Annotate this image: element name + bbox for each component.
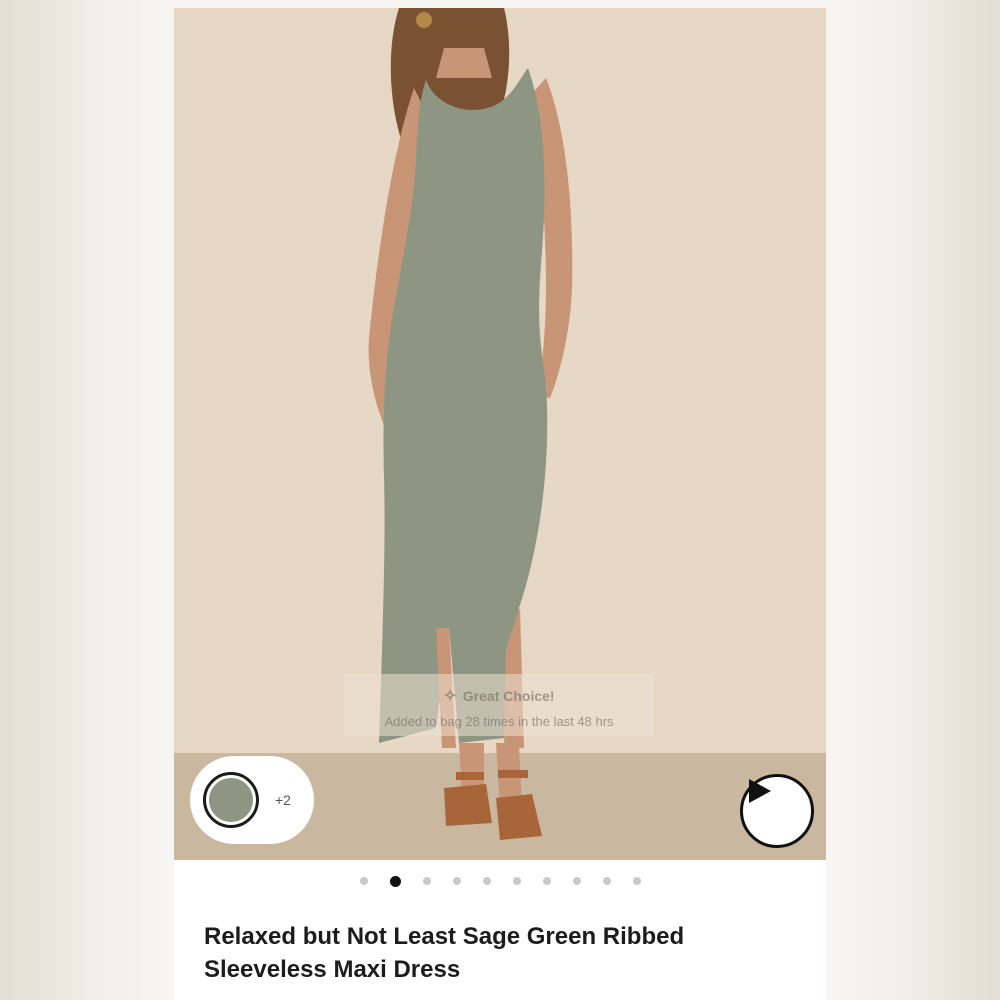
carousel-dot[interactable] — [359, 877, 368, 885]
play-video-button[interactable] — [740, 774, 814, 848]
carousel-dot[interactable] — [452, 877, 461, 885]
color-swatch-selector[interactable]: +2 — [190, 756, 314, 844]
carousel-dot[interactable] — [632, 877, 641, 885]
product-title: Relaxed but Not Least Sage Green Ribbed … — [204, 920, 804, 986]
sparkle-icon: ✧ — [443, 688, 457, 705]
play-icon — [749, 779, 771, 803]
carousel-dot[interactable] — [572, 877, 581, 885]
carousel-pagination — [174, 874, 826, 888]
product-image[interactable]: ✧ Great Choice! Added to bag 28 times in… — [174, 8, 826, 860]
product-title-line-2: Sleeveless Maxi Dress — [204, 956, 461, 983]
selected-swatch[interactable] — [203, 772, 259, 828]
toast-subtitle: Added to bag 28 times in the last 48 hrs — [384, 714, 614, 729]
great-choice-toast: ✧ Great Choice! Added to bag 28 times in… — [344, 674, 654, 736]
carousel-dot[interactable] — [482, 877, 491, 885]
product-page: ✧ Great Choice! Added to bag 28 times in… — [174, 8, 826, 1000]
product-title-line-1: Relaxed but Not Least Sage Green Ribbed — [204, 923, 685, 950]
carousel-dot[interactable] — [512, 877, 521, 885]
toast-title-row: ✧ Great Choice! — [344, 686, 654, 706]
toast-title: Great Choice! — [462, 688, 555, 704]
swatch-color-sage — [209, 778, 253, 822]
carousel-dot[interactable] — [602, 877, 611, 885]
more-colors-count[interactable]: +2 — [275, 792, 291, 808]
carousel-dot[interactable] — [542, 877, 551, 885]
carousel-dot[interactable] — [422, 877, 431, 885]
carousel-dot[interactable] — [389, 875, 401, 887]
